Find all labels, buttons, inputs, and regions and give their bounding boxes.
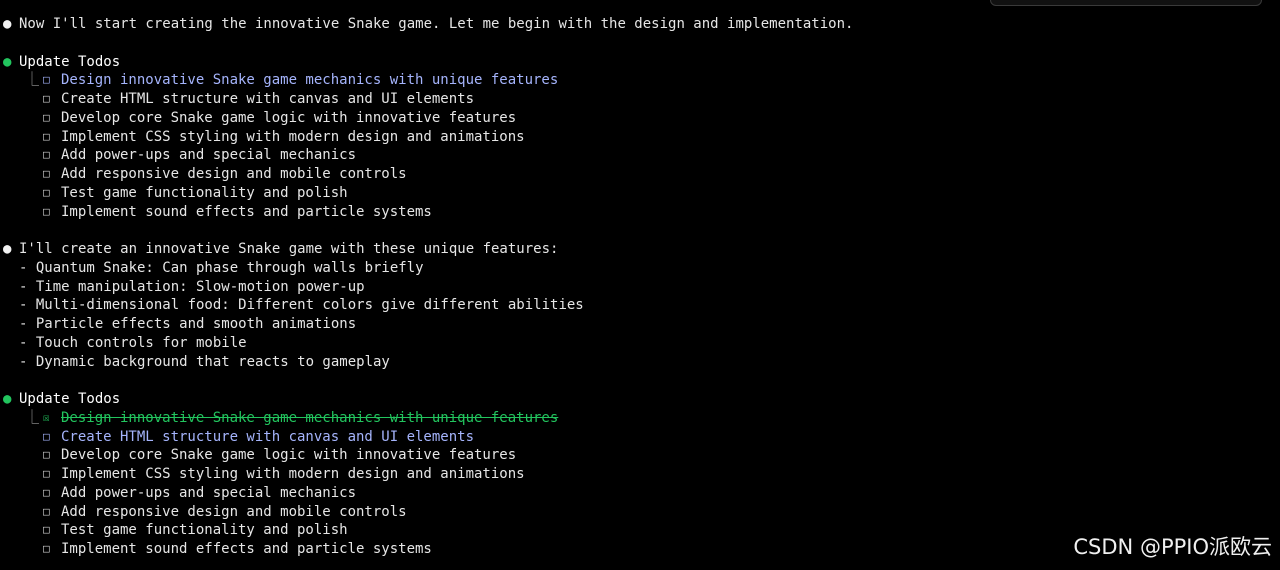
checkbox-icon: □ [43,467,50,480]
checkbox-icon: □ [43,429,50,443]
bullet-icon: ● [3,241,12,257]
feature-item: - Dynamic background that reacts to game… [19,353,390,370]
todo-item: ⎿ ☒ Design innovative Snake game mechanics… [0,409,1280,428]
checkbox-icon: □ [43,148,50,162]
tree-corner-icon: ⎿ [25,72,39,89]
todo-item-label: Implement CSS styling with modern design… [61,128,525,145]
todo-item: □ Create HTML structure with canvas and U… [0,428,1280,447]
todo-block-header: ● Update Todos [0,53,1280,72]
todo-header: Update Todos [19,53,121,70]
todo-item-label: Add power-ups and special mechanics [61,484,357,501]
bullet-icon: ● [3,16,12,32]
todo-item: □ Add power-ups and special mechanics [0,146,1280,165]
message-text: Now I'll start creating the innovative S… [19,16,854,32]
todo-item: □ Develop core Snake game logic with inno… [0,446,1280,465]
checkbox-icon: □ [43,73,50,87]
bullet-icon: ● [3,53,12,70]
checkbox-icon: □ [43,167,50,180]
todo-item: □ Add responsive design and mobile contro… [0,165,1280,184]
todo-item: □ Implement CSS styling with modern desig… [0,128,1280,147]
terminal-output: ● Now I'll start creating the innovative… [0,15,1280,559]
checkbox-icon: □ [43,485,50,499]
checkbox-icon: □ [43,204,50,218]
tree-corner-icon: ⎿ [25,409,39,426]
todo-item-label: Implement sound effects and particle sys… [61,203,432,220]
todo-item-label: Test game functionality and polish [61,184,348,201]
todo-item-label: Implement CSS styling with modern design… [61,466,525,482]
todo-item-label: Test game functionality and polish [61,522,348,539]
todo-item-label: Develop core Snake game logic with innov… [61,447,517,464]
todo-item: ⎿ □ Design innovative Snake game mechanics… [0,71,1280,90]
todo-item: □ Create HTML structure with canvas and U… [0,90,1280,109]
bullet-icon: ● [3,391,12,407]
todo-item-label: Add responsive design and mobile control… [61,166,407,182]
checkbox-icon: □ [43,504,50,518]
top-input-edge [990,0,1262,6]
todo-item-label: Implement sound effects and particle sys… [61,541,432,557]
message-intro: ● Now I'll start creating the innovative… [0,15,1280,34]
checkbox-icon: □ [43,110,50,124]
message-text: I'll create an innovative Snake game wit… [19,241,559,257]
todo-item-label: Develop core Snake game logic with innov… [61,109,517,126]
todo-item-label: Design innovative Snake game mechanics w… [61,409,559,426]
todo-header: Update Todos [19,391,121,407]
checkbox-icon: □ [43,185,50,199]
todo-item: □ Develop core Snake game logic with inno… [0,109,1280,128]
todo-item-label: Create HTML structure with canvas and UI… [61,91,475,107]
checkbox-icon: □ [43,92,50,105]
todo-item: □ Add power-ups and special mechanics [0,484,1280,503]
checked-box-icon: ☒ [43,410,50,424]
todo-item-label: Add power-ups and special mechanics [61,147,357,164]
checkbox-icon: □ [43,129,50,143]
feature-item: - Multi-dimensional food: Different colo… [19,297,584,314]
watermark: CSDN @PPIO派欧云 [1073,535,1272,559]
checkbox-icon: □ [43,523,50,537]
todo-block-header: ● Update Todos [0,390,1280,409]
feature-item: - Time manipulation: Slow-motion power-u… [19,278,365,295]
todo-list: ⎿ □ Design innovative Snake game mechanics… [0,71,1280,221]
checkbox-icon: □ [43,448,50,462]
checkbox-icon: □ [43,542,50,555]
todo-item-label: Add responsive design and mobile control… [61,503,407,520]
todo-item: □ Implement sound effects and particle sy… [0,203,1280,222]
feature-item: - Quantum Snake: Can phase through walls… [19,259,424,276]
todo-item-label: Create HTML structure with canvas and UI… [61,428,475,445]
todo-item: □ Implement CSS styling with modern desig… [0,465,1280,484]
feature-item: - Touch controls for mobile [19,334,247,351]
todo-item: □ Add responsive design and mobile contro… [0,503,1280,522]
message-features: ● I'll create an innovative Snake game w… [0,240,1280,259]
todo-item: □ Test game functionality and polish [0,184,1280,203]
todo-item-label: Design innovative Snake game mechanics w… [61,72,559,89]
feature-item: - Particle effects and smooth animations [19,316,357,332]
